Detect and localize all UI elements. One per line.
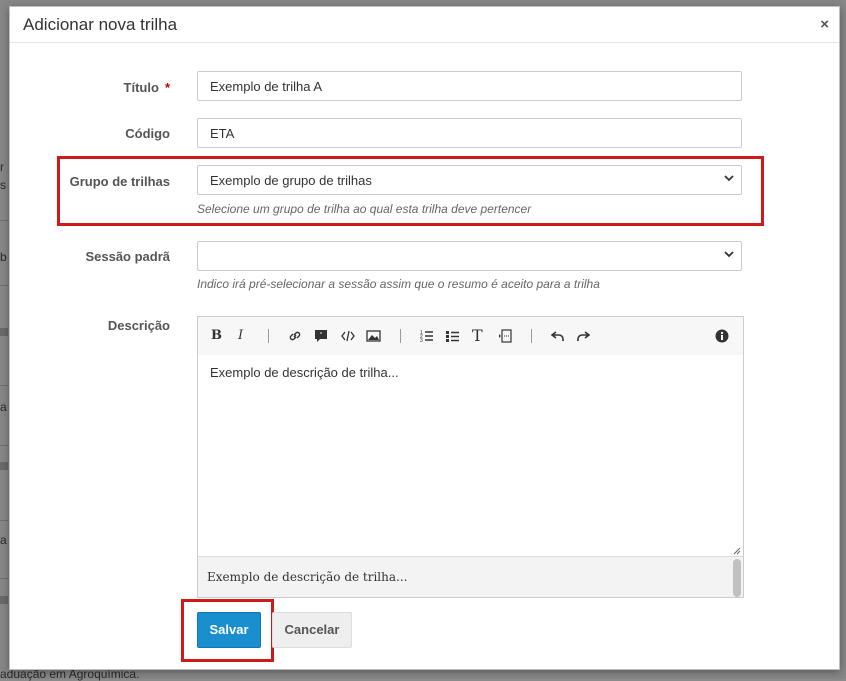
codigo-label: Código xyxy=(10,126,170,141)
sessao-select[interactable] xyxy=(197,241,742,271)
grupo-select[interactable]: Exemplo de grupo de trilhas xyxy=(197,165,742,195)
codigo-value: ETA xyxy=(210,126,235,141)
quote-icon[interactable]: “ xyxy=(314,328,328,344)
text-format-button[interactable]: T xyxy=(472,326,483,345)
bg-bar xyxy=(0,328,8,336)
chevron-down-icon xyxy=(724,251,734,258)
grupo-help-text: Selecione um grupo de trilha ao qual est… xyxy=(197,202,532,216)
close-icon[interactable]: × xyxy=(820,16,829,33)
sessao-label-text: Sessão padrã xyxy=(85,249,170,264)
save-button[interactable]: Salvar xyxy=(197,612,261,648)
sessao-label: Sessão padrã xyxy=(10,249,170,264)
bg-bar xyxy=(0,462,8,470)
bg-divider xyxy=(0,285,8,286)
description-editor: B I “ 1 2 3 T Exemplo de descrição de tr… xyxy=(197,316,744,598)
add-track-modal: Adicionar nova trilha × Título * Exemplo … xyxy=(9,6,840,670)
editor-preview-text: Exemplo de descrição de trilha... xyxy=(207,570,408,584)
sessao-help-text: Indico irá pré-selecionar a sessão assim… xyxy=(197,277,600,291)
undo-icon[interactable] xyxy=(551,328,565,344)
bg-fragment: a xyxy=(0,400,7,414)
bg-fragment: s xyxy=(0,178,6,192)
preview-scrollbar[interactable] xyxy=(733,559,741,597)
grupo-selected-value: Exemplo de grupo de trilhas xyxy=(210,173,372,188)
resize-handle-icon[interactable] xyxy=(731,545,741,555)
titulo-value: Exemplo de trilha A xyxy=(210,79,323,94)
modal-header: Adicionar nova trilha × xyxy=(10,7,839,43)
required-mark: * xyxy=(164,80,170,95)
grupo-label: Grupo de trilhas xyxy=(10,174,170,189)
codigo-label-text: Código xyxy=(125,126,170,141)
bg-divider xyxy=(0,445,8,446)
editor-toolbar: B I “ 1 2 3 T xyxy=(198,317,743,356)
redo-icon[interactable] xyxy=(576,328,590,344)
titulo-label: Título * xyxy=(10,80,170,95)
titulo-input[interactable]: Exemplo de trilha A xyxy=(197,71,742,101)
toolbar-separator xyxy=(268,329,269,343)
toolbar-separator xyxy=(400,329,401,343)
bg-bar xyxy=(0,596,8,604)
codigo-input[interactable]: ETA xyxy=(197,118,742,148)
code-icon[interactable] xyxy=(341,328,355,344)
svg-text:3: 3 xyxy=(420,338,423,344)
bg-divider xyxy=(0,520,8,521)
modal-title: Adicionar nova trilha xyxy=(23,15,178,34)
cancel-button[interactable]: Cancelar xyxy=(272,612,352,648)
editor-preview: Exemplo de descrição de trilha... xyxy=(198,556,743,597)
bg-fragment: a xyxy=(0,533,7,547)
titulo-label-text: Título xyxy=(123,80,159,95)
chevron-down-icon xyxy=(724,175,734,182)
link-icon[interactable] xyxy=(288,328,302,344)
descricao-label: Descrição xyxy=(10,318,170,333)
bold-button[interactable]: B xyxy=(211,328,222,344)
descricao-label-text: Descrição xyxy=(107,318,170,333)
bg-divider xyxy=(0,220,8,221)
bg-divider xyxy=(0,385,8,386)
italic-button[interactable]: I xyxy=(238,328,243,344)
bullet-list-icon[interactable] xyxy=(446,328,460,344)
grupo-label-text: Grupo de trilhas xyxy=(69,174,170,189)
bg-fragment: b xyxy=(0,250,7,264)
toolbar-separator xyxy=(531,329,532,343)
bg-divider xyxy=(0,578,8,579)
horizontal-rule-icon[interactable] xyxy=(498,328,512,344)
bg-fragment: r xyxy=(0,160,4,174)
info-icon[interactable] xyxy=(715,328,729,344)
ordered-list-icon[interactable]: 1 2 3 xyxy=(420,328,434,344)
editor-textarea[interactable]: Exemplo de descrição de trilha... xyxy=(198,355,743,555)
image-icon[interactable] xyxy=(366,328,381,344)
